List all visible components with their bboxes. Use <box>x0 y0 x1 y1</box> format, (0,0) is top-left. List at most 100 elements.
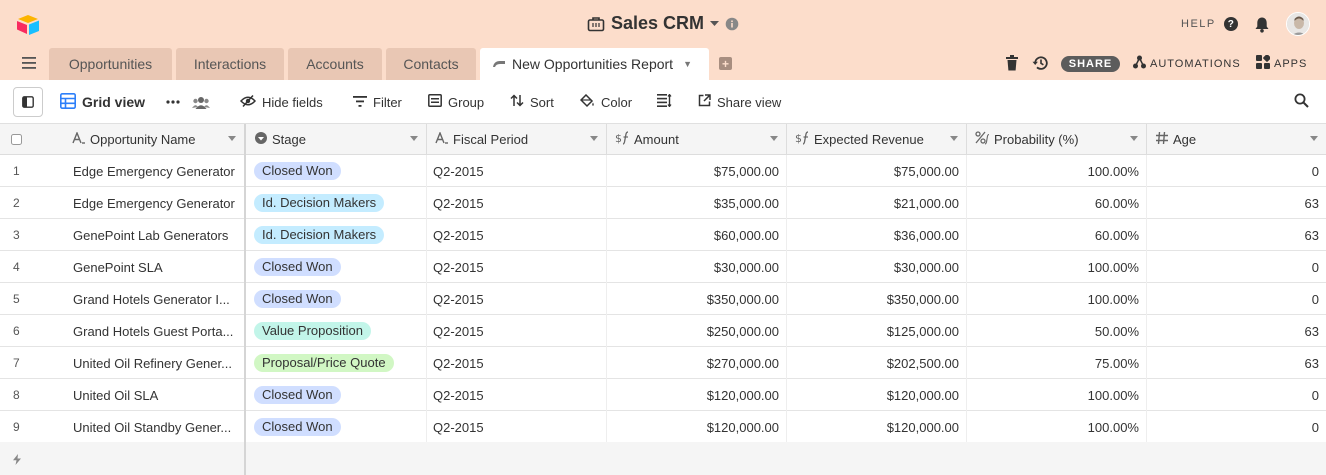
cell-stage[interactable]: Value Proposition <box>246 315 427 347</box>
cell-stage[interactable]: Closed Won <box>246 283 427 315</box>
column-header-stage[interactable]: Stage <box>246 124 427 155</box>
apps-button[interactable]: APPS <box>1256 54 1307 72</box>
base-title-button[interactable]: Sales CRM <box>587 13 739 34</box>
cell-age[interactable]: 63 <box>1147 219 1326 251</box>
view-more-button[interactable] <box>166 80 180 124</box>
group-button[interactable]: Group <box>428 80 484 124</box>
cell-opportunity-name[interactable]: United Oil SLA <box>64 379 246 411</box>
cell-amount[interactable]: $120,000.00 <box>607 411 787 443</box>
cell-probability[interactable]: 100.00% <box>967 155 1147 187</box>
cell-amount[interactable]: $30,000.00 <box>607 251 787 283</box>
cell-amount[interactable]: $35,000.00 <box>607 187 787 219</box>
column-header-expected-revenue[interactable]: $ Expected Revenue <box>787 124 967 155</box>
table-row[interactable]: 3 GenePoint Lab Generators Id. Decision … <box>0 219 1326 251</box>
cell-probability[interactable]: 75.00% <box>967 347 1147 379</box>
cell-age[interactable]: 63 <box>1147 315 1326 347</box>
chevron-down-icon[interactable]: ▼ <box>683 59 692 69</box>
table-row[interactable]: 9 United Oil Standby Gener... Closed Won… <box>0 411 1326 443</box>
cell-opportunity-name[interactable]: GenePoint SLA <box>64 251 246 283</box>
chevron-down-icon[interactable] <box>410 136 418 141</box>
cell-expected-revenue[interactable]: $120,000.00 <box>787 411 967 443</box>
cell-opportunity-name[interactable]: Grand Hotels Generator I... <box>64 283 246 315</box>
cell-age[interactable]: 0 <box>1147 251 1326 283</box>
table-row[interactable]: 5 Grand Hotels Generator I... Closed Won… <box>0 283 1326 315</box>
table-row[interactable]: 2 Edge Emergency Generator Id. Decision … <box>0 187 1326 219</box>
cell-stage[interactable]: Closed Won <box>246 155 427 187</box>
cell-fiscal-period[interactable]: Q2-2015 <box>427 187 607 219</box>
add-table-button[interactable]: + <box>719 57 732 71</box>
chevron-down-icon[interactable] <box>950 136 958 141</box>
share-button[interactable]: SHARE <box>1061 56 1120 72</box>
cell-probability[interactable]: 100.00% <box>967 283 1147 315</box>
column-header-probability[interactable]: Probability (%) <box>967 124 1147 155</box>
column-header-amount[interactable]: $ Amount <box>607 124 787 155</box>
cell-fiscal-period[interactable]: Q2-2015 <box>427 219 607 251</box>
color-button[interactable]: Color <box>579 80 632 124</box>
cell-stage[interactable]: Id. Decision Makers <box>246 219 427 251</box>
share-view-button[interactable]: Share view <box>698 80 781 124</box>
cell-opportunity-name[interactable]: Grand Hotels Guest Porta... <box>64 315 246 347</box>
cell-fiscal-period[interactable]: Q2-2015 <box>427 155 607 187</box>
cell-expected-revenue[interactable]: $125,000.00 <box>787 315 967 347</box>
chevron-down-icon[interactable] <box>590 136 598 141</box>
select-all-checkbox[interactable] <box>0 124 64 155</box>
hide-fields-button[interactable]: Hide fields <box>239 80 323 124</box>
chevron-down-icon[interactable] <box>1130 136 1138 141</box>
cell-opportunity-name[interactable]: United Oil Refinery Gener... <box>64 347 246 379</box>
table-row[interactable]: 6 Grand Hotels Guest Porta... Value Prop… <box>0 315 1326 347</box>
table-row[interactable]: 4 GenePoint SLA Closed Won Q2-2015 $30,0… <box>0 251 1326 283</box>
cell-opportunity-name[interactable]: GenePoint Lab Generators <box>64 219 246 251</box>
hamburger-menu-icon[interactable] <box>22 57 36 72</box>
cell-age[interactable]: 0 <box>1147 411 1326 443</box>
cell-probability[interactable]: 60.00% <box>967 187 1147 219</box>
cell-stage[interactable]: Closed Won <box>246 251 427 283</box>
cell-probability[interactable]: 100.00% <box>967 379 1147 411</box>
cell-probability[interactable]: 60.00% <box>967 219 1147 251</box>
cell-expected-revenue[interactable]: $21,000.00 <box>787 187 967 219</box>
chevron-down-icon[interactable] <box>770 136 778 141</box>
cell-stage[interactable]: Id. Decision Makers <box>246 187 427 219</box>
cell-age[interactable]: 0 <box>1147 283 1326 315</box>
lightning-bolt-icon[interactable] <box>13 453 21 468</box>
automations-button[interactable]: AUTOMATIONS <box>1133 55 1241 72</box>
cell-fiscal-period[interactable]: Q2-2015 <box>427 251 607 283</box>
cell-amount[interactable]: $75,000.00 <box>607 155 787 187</box>
tab-interactions[interactable]: Interactions <box>176 48 284 80</box>
table-row[interactable]: 7 United Oil Refinery Gener... Proposal/… <box>0 347 1326 379</box>
bell-icon[interactable] <box>1254 16 1270 36</box>
cell-fiscal-period[interactable]: Q2-2015 <box>427 283 607 315</box>
cell-age[interactable]: 0 <box>1147 155 1326 187</box>
cell-amount[interactable]: $350,000.00 <box>607 283 787 315</box>
cell-stage[interactable]: Closed Won <box>246 379 427 411</box>
airtable-logo-icon[interactable] <box>16 14 40 36</box>
cell-amount[interactable]: $270,000.00 <box>607 347 787 379</box>
tab-opportunities[interactable]: Opportunities <box>49 48 172 80</box>
cell-fiscal-period[interactable]: Q2-2015 <box>427 315 607 347</box>
cell-expected-revenue[interactable]: $36,000.00 <box>787 219 967 251</box>
info-icon[interactable] <box>725 17 739 31</box>
cell-expected-revenue[interactable]: $75,000.00 <box>787 155 967 187</box>
cell-amount[interactable]: $120,000.00 <box>607 379 787 411</box>
cell-fiscal-period[interactable]: Q2-2015 <box>427 411 607 443</box>
cell-expected-revenue[interactable]: $30,000.00 <box>787 251 967 283</box>
cell-amount[interactable]: $60,000.00 <box>607 219 787 251</box>
collaborators-button[interactable] <box>192 80 210 124</box>
chevron-down-icon[interactable] <box>1310 136 1318 141</box>
column-header-age[interactable]: Age <box>1147 124 1326 155</box>
cell-age[interactable]: 63 <box>1147 187 1326 219</box>
row-height-button[interactable] <box>657 80 672 124</box>
chevron-down-icon[interactable] <box>228 136 236 141</box>
table-row[interactable]: 1 Edge Emergency Generator Closed Won Q2… <box>0 155 1326 187</box>
tab-contacts[interactable]: Contacts <box>386 48 476 80</box>
cell-expected-revenue[interactable]: $350,000.00 <box>787 283 967 315</box>
cell-opportunity-name[interactable]: Edge Emergency Generator <box>64 187 246 219</box>
cell-probability[interactable]: 100.00% <box>967 251 1147 283</box>
user-avatar[interactable] <box>1286 12 1310 36</box>
sort-button[interactable]: Sort <box>510 80 554 124</box>
cell-probability[interactable]: 50.00% <box>967 315 1147 347</box>
filter-button[interactable]: Filter <box>353 80 402 124</box>
sidebar-toggle-button[interactable] <box>13 87 43 117</box>
cell-expected-revenue[interactable]: $120,000.00 <box>787 379 967 411</box>
tab-new-opportunities-report[interactable]: New Opportunities Report ▼ <box>480 48 709 80</box>
cell-stage[interactable]: Closed Won <box>246 411 427 443</box>
